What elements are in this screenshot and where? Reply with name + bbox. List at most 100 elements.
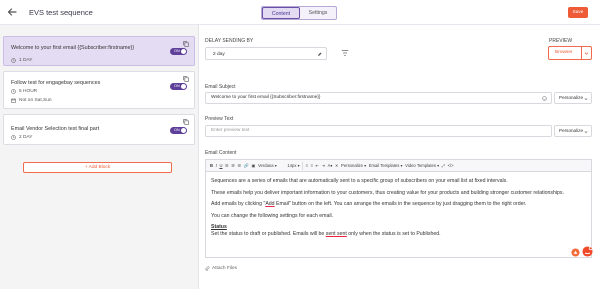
outdent-icon[interactable]: ⇤ <box>316 163 320 168</box>
email-card-delay: 1 DAY <box>11 58 33 63</box>
clock-icon <box>11 58 16 63</box>
email-card-schedule: Not on Sat,Sun <box>11 98 52 103</box>
subject-personalize-label: Personalize <box>559 95 584 100</box>
subject-personalize-dropdown[interactable]: Personalize <box>554 92 592 104</box>
bold-icon[interactable]: B <box>210 163 213 168</box>
pencil-icon[interactable] <box>317 52 322 57</box>
email-card-schedule-value: Not on Sat,Sun <box>19 98 52 103</box>
delay-field[interactable]: 2 day <box>205 47 327 60</box>
attach-files-label: Attach Files <box>212 266 238 271</box>
font-size-dropdown[interactable]: 14px ▾ <box>287 163 299 168</box>
clock-icon <box>11 135 16 140</box>
preview-label: PREVIEW <box>549 38 573 44</box>
email-card-delay-value: 2 DAY <box>19 135 33 140</box>
email-subject-input[interactable]: Welcome to your first email {{Subscriber… <box>205 92 552 104</box>
video-templates-dropdown[interactable]: Video Templates ▾ <box>405 163 439 168</box>
body-text: Add emails by clicking " <box>211 201 266 207</box>
grammar-assistant-icon[interactable] <box>571 248 580 257</box>
email-subject-value: Welcome to your first email {{Subscriber… <box>211 95 321 100</box>
status-heading: Status <box>211 224 227 230</box>
preview-text-label: Preview Text <box>205 116 234 122</box>
email-card-delay: 5 HOUR <box>11 89 37 94</box>
sequence-sidebar: Welcome to your first email {{Subscriber… <box>0 25 199 289</box>
clear-format-icon[interactable]: ✕ <box>335 163 339 168</box>
clock-icon <box>11 89 16 94</box>
body-text: only when the status is set to Published… <box>346 231 441 237</box>
ordered-list-icon[interactable]: ≡ <box>306 163 308 168</box>
email-card-3[interactable]: Email Vendor Selection test final part 2… <box>3 114 195 145</box>
preview-text-input[interactable]: Enter preview text <box>205 125 552 137</box>
toolbar-personalize-label: Personalize <box>341 163 363 168</box>
text-color-icon[interactable]: A▾ <box>328 163 333 168</box>
align-left-icon[interactable]: ☰ <box>225 163 229 168</box>
browser-preview-dropdown[interactable]: Browser <box>548 46 592 60</box>
emoji-icon[interactable] <box>542 96 547 101</box>
preview-personalize-label: Personalize <box>559 128 584 133</box>
copy-icon[interactable] <box>183 41 189 47</box>
email-card-1[interactable]: Welcome to your first email {{Subscriber… <box>3 36 195 66</box>
email-card-title: Email Vendor Selection test final part <box>11 126 100 132</box>
chevron-down-icon <box>581 47 591 59</box>
align-right-icon[interactable]: ☰ <box>238 163 242 168</box>
tab-settings[interactable]: Settings <box>300 7 336 19</box>
spellcheck-word: Add <box>265 201 275 207</box>
email-card-title: Follow test for engagebay sequences <box>11 80 101 86</box>
content-settings-tabs: Content Settings <box>261 6 337 20</box>
delay-value: 2 day <box>213 51 225 57</box>
body-paragraph: Set the status to draft or published. Em… <box>211 231 586 238</box>
copy-icon[interactable] <box>183 76 189 82</box>
body-paragraph: Add emails by clicking "Add Email" butto… <box>211 201 586 208</box>
copy-icon[interactable] <box>183 119 189 125</box>
preview-personalize-dropdown[interactable]: Personalize <box>554 125 592 137</box>
email-card-title: Welcome to your first email {{Subscriber… <box>11 45 135 51</box>
add-block-button[interactable]: + Add Block <box>23 162 172 173</box>
email-templates-label: Email Templates <box>368 163 400 168</box>
ai-assistant-icon[interactable] <box>582 246 593 257</box>
email-status-toggle[interactable]: ON <box>170 48 187 55</box>
body-paragraph: You can change the following settings fo… <box>211 212 334 219</box>
spellcheck-word: sent sent <box>325 231 347 237</box>
sequence-title: EVS test sequence <box>29 8 93 17</box>
email-card-2[interactable]: Follow test for engagebay sequences 5 HO… <box>3 71 195 109</box>
font-family-dropdown[interactable]: Verdana ▾ <box>258 163 277 168</box>
body-paragraph: These emails help you deliver important … <box>211 189 564 196</box>
chevron-down-icon <box>584 97 588 100</box>
body-paragraph: Sequences are a series of emails that ar… <box>211 178 508 184</box>
email-card-delay-value: 5 HOUR <box>19 89 38 94</box>
email-status-toggle[interactable]: ON <box>170 83 187 90</box>
email-subject-label: Email Subject <box>205 84 236 90</box>
font-size-value: 14px <box>287 163 297 168</box>
chevron-down-icon <box>584 130 588 133</box>
browser-preview-label: Browser <box>555 50 573 55</box>
email-content-label: Email Content <box>205 150 237 156</box>
editor-toolbar: B I U ☰ ☰ ☰ 🔗 ▣ Verdana ▾ 14px ▾ ≡ ≡ ⇤ ⇥… <box>205 159 592 172</box>
save-button[interactable]: Save <box>568 7 588 18</box>
calendar-icon <box>11 98 16 103</box>
unordered-list-icon[interactable]: ≡ <box>311 163 313 168</box>
email-templates-dropdown[interactable]: Email Templates ▾ <box>369 163 403 168</box>
email-status-toggle[interactable]: ON <box>170 127 187 134</box>
filter-icon[interactable] <box>341 49 349 57</box>
italic-icon[interactable]: I <box>216 163 217 168</box>
full-screen-icon[interactable]: ⤢ <box>442 163 445 168</box>
body-text: Email" button on the left. You can arran… <box>274 201 527 207</box>
back-arrow-icon[interactable] <box>6 6 18 18</box>
email-content-editor[interactable]: Sequences are a series of emails that ar… <box>205 172 592 258</box>
toolbar-divider <box>302 161 304 170</box>
underline-icon[interactable]: U <box>219 163 222 168</box>
font-family-value: Verdana <box>257 163 274 168</box>
video-templates-label: Video Templates <box>405 163 436 168</box>
align-center-icon[interactable]: ☰ <box>231 163 235 168</box>
image-icon[interactable]: ▣ <box>251 163 255 168</box>
body-text: Set the status to draft or published. Em… <box>211 231 326 237</box>
email-card-delay: 2 DAY <box>11 135 33 140</box>
link-icon[interactable]: 🔗 <box>244 163 249 169</box>
attach-files-link[interactable]: Attach Files <box>205 266 237 271</box>
delay-label: DELAY SENDING BY <box>205 38 254 44</box>
indent-icon[interactable]: ⇥ <box>322 163 326 168</box>
source-code-icon[interactable]: </> <box>448 163 454 168</box>
paperclip-icon <box>205 266 210 271</box>
tab-content[interactable]: Content <box>262 7 300 19</box>
email-card-delay-value: 1 DAY <box>19 58 33 63</box>
toolbar-personalize-dropdown[interactable]: Personalize ▾ <box>341 163 366 168</box>
